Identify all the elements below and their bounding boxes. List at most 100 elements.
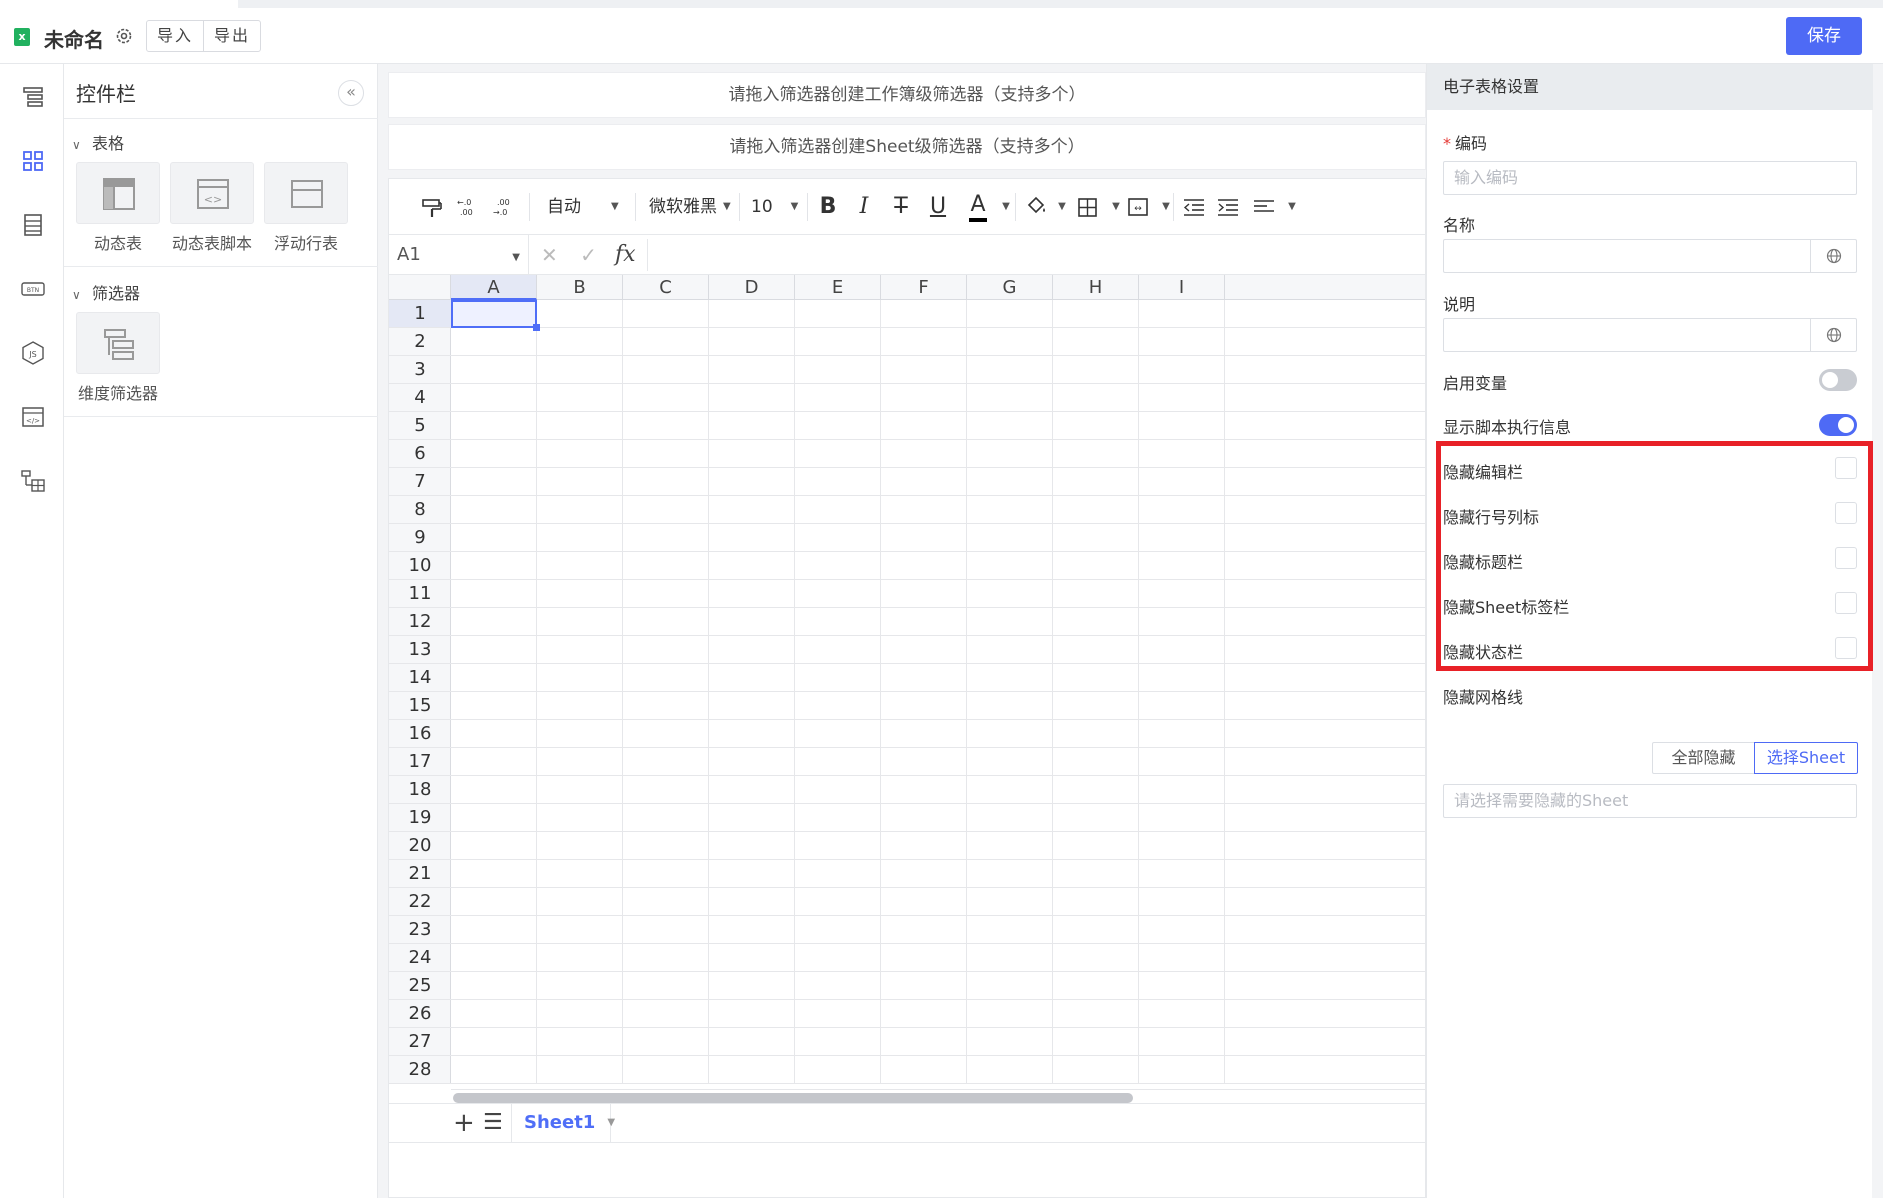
document-title[interactable]: 未命名 — [44, 24, 104, 53]
widget-dynamic-table-script[interactable]: <> — [170, 162, 254, 224]
gear-icon[interactable] — [114, 26, 134, 46]
import-button[interactable]: 导入 — [147, 21, 203, 51]
btn-component-icon[interactable]: BTN — [20, 276, 46, 302]
row-header-19[interactable]: 19 — [389, 804, 451, 832]
grid-apps-icon[interactable] — [20, 148, 46, 174]
row-header-17[interactable]: 17 — [389, 748, 451, 776]
fill-handle[interactable] — [533, 324, 540, 331]
column-header-d[interactable]: D — [709, 275, 795, 300]
row-header-27[interactable]: 27 — [389, 1028, 451, 1056]
decrease-indent-icon[interactable] — [1181, 191, 1207, 223]
add-sheet-icon[interactable]: + — [453, 1108, 475, 1138]
hierarchy-table-icon[interactable] — [20, 468, 46, 494]
widget-dynamic-table[interactable] — [76, 162, 160, 224]
enable-variables-toggle[interactable] — [1819, 369, 1857, 391]
column-header-i[interactable]: I — [1139, 275, 1225, 300]
merge-cells-icon[interactable]: ↔ — [1125, 191, 1151, 223]
row-header-13[interactable]: 13 — [389, 636, 451, 664]
align-left-icon[interactable] — [1251, 191, 1277, 223]
collapse-panel-icon[interactable]: « — [338, 80, 364, 106]
widget-floating-row-table[interactable] — [264, 162, 348, 224]
row-header-20[interactable]: 20 — [389, 832, 451, 860]
group-header-filter[interactable]: ∨ 筛选器 — [72, 280, 140, 304]
number-format-select[interactable]: 自动 ▼ — [539, 191, 629, 223]
increase-indent-icon[interactable] — [1215, 191, 1241, 223]
row-header-18[interactable]: 18 — [389, 776, 451, 804]
column-header-b[interactable]: B — [537, 275, 623, 300]
row-header-4[interactable]: 4 — [389, 384, 451, 412]
format-painter-icon[interactable] — [419, 191, 445, 223]
increase-decimal-icon[interactable]: .00 →.0 — [491, 191, 517, 223]
font-color-button[interactable]: A — [963, 191, 993, 223]
code-window-icon[interactable]: </> — [20, 404, 46, 430]
row-header-5[interactable]: 5 — [389, 412, 451, 440]
name-input[interactable] — [1443, 239, 1857, 273]
row-header-25[interactable]: 25 — [389, 972, 451, 1000]
description-input[interactable] — [1443, 318, 1857, 352]
underline-button[interactable]: U — [923, 191, 953, 223]
show-script-info-toggle[interactable] — [1819, 414, 1857, 436]
row-header-16[interactable]: 16 — [389, 720, 451, 748]
caret-down-icon[interactable]: ▼ — [1285, 191, 1299, 223]
row-header-26[interactable]: 26 — [389, 1000, 451, 1028]
hide-all-gridlines-button[interactable]: 全部隐藏 — [1652, 742, 1755, 774]
group-header-table[interactable]: ∨ 表格 — [72, 130, 124, 154]
js-hexagon-icon[interactable]: JS — [20, 340, 46, 366]
cell-grid[interactable]: ABCDEFGHI 1 2 3 4 5 6 7 8 9 10 11 12 13 14 15 16 17 18 19 2… — [389, 275, 1425, 1089]
row-header-22[interactable]: 22 — [389, 888, 451, 916]
scrollbar-thumb[interactable] — [453, 1093, 1133, 1103]
row-header-3[interactable]: 3 — [389, 356, 451, 384]
sheet-filter-drop-zone[interactable]: 请拖入筛选器创建Sheet级筛选器（支持多个） — [388, 124, 1426, 170]
column-header-g[interactable]: G — [967, 275, 1053, 300]
caret-down-icon[interactable]: ▼ — [999, 191, 1013, 223]
row-header-1[interactable]: 1 — [389, 300, 451, 328]
selected-cell[interactable] — [451, 300, 537, 328]
workbook-filter-drop-zone[interactable]: 请拖入筛选器创建工作簿级筛选器（支持多个） — [388, 72, 1426, 118]
row-header-21[interactable]: 21 — [389, 860, 451, 888]
row-header-9[interactable]: 9 — [389, 524, 451, 552]
strikethrough-button[interactable]: T — [886, 191, 916, 223]
sheet-tab[interactable]: Sheet1 ▼ — [511, 1104, 615, 1142]
row-header-24[interactable]: 24 — [389, 944, 451, 972]
column-header-c[interactable]: C — [623, 275, 709, 300]
italic-button[interactable]: I — [849, 191, 879, 223]
decrease-decimal-icon[interactable]: ←.0 .00 — [455, 191, 481, 223]
caret-down-icon[interactable]: ▼ — [607, 1117, 615, 1128]
i18n-button[interactable] — [1810, 319, 1856, 351]
row-header-6[interactable]: 6 — [389, 440, 451, 468]
column-header-f[interactable]: F — [881, 275, 967, 300]
cell-name-box[interactable]: A1 ▼ — [389, 235, 529, 275]
row-header-10[interactable]: 10 — [389, 552, 451, 580]
fx-icon[interactable]: fx — [615, 235, 636, 275]
column-header-a[interactable]: A — [451, 275, 537, 300]
select-all-corner[interactable] — [389, 275, 451, 300]
row-header-14[interactable]: 14 — [389, 664, 451, 692]
column-header-e[interactable]: E — [795, 275, 881, 300]
row-header-12[interactable]: 12 — [389, 608, 451, 636]
row-header-8[interactable]: 8 — [389, 496, 451, 524]
code-input[interactable]: 输入编码 — [1443, 161, 1857, 195]
row-header-11[interactable]: 11 — [389, 580, 451, 608]
widget-dimension-filter[interactable] — [76, 312, 160, 374]
sheet-list-icon[interactable]: ☰ — [483, 1110, 503, 1135]
row-header-15[interactable]: 15 — [389, 692, 451, 720]
row-header-7[interactable]: 7 — [389, 468, 451, 496]
layout-tree-icon[interactable] — [20, 84, 46, 110]
row-header-2[interactable]: 2 — [389, 328, 451, 356]
row-header-23[interactable]: 23 — [389, 916, 451, 944]
sheet-select-input[interactable]: 请选择需要隐藏的Sheet — [1443, 784, 1857, 818]
fill-color-icon[interactable] — [1023, 191, 1049, 223]
border-icon[interactable] — [1075, 191, 1101, 223]
select-sheet-button[interactable]: 选择Sheet — [1754, 742, 1858, 774]
font-size-select[interactable]: 10 ▼ — [743, 191, 803, 223]
save-button[interactable]: 保存 — [1786, 17, 1862, 55]
confirm-formula-icon[interactable]: ✓ — [580, 243, 597, 267]
list-table-icon[interactable] — [20, 212, 46, 238]
caret-down-icon[interactable]: ▼ — [1055, 191, 1069, 223]
font-family-select[interactable]: 微软雅黑 ▼ — [641, 191, 735, 223]
cancel-formula-icon[interactable]: ✕ — [541, 243, 558, 267]
bold-button[interactable]: B — [813, 191, 843, 223]
row-header-28[interactable]: 28 — [389, 1056, 451, 1084]
column-header-h[interactable]: H — [1053, 275, 1139, 300]
caret-down-icon[interactable]: ▼ — [1159, 191, 1173, 223]
